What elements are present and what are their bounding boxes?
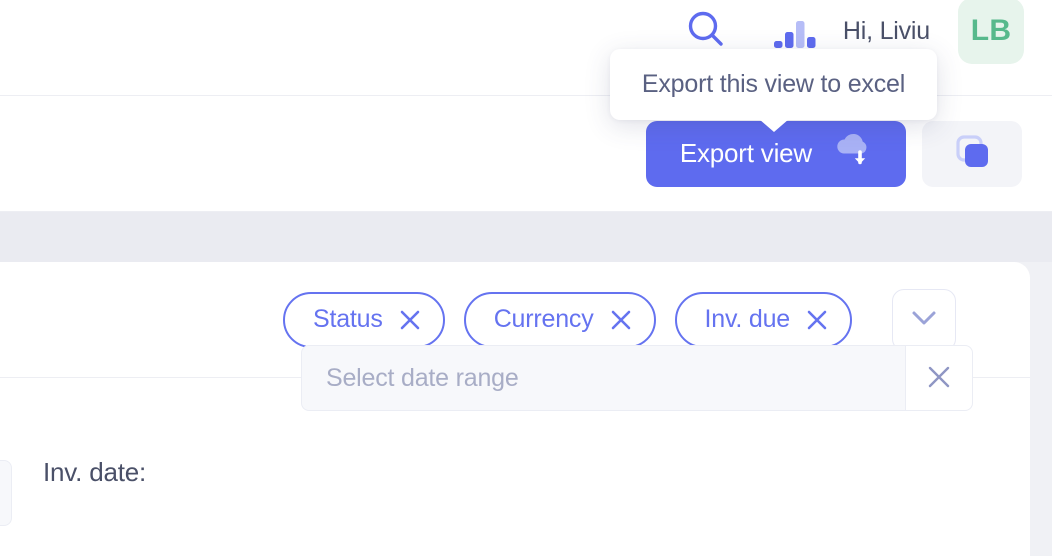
export-tooltip-text: Export this view to excel [641, 70, 906, 98]
filter-chip-currency[interactable]: Currency [463, 291, 656, 348]
user-greeting: Hi, Liviu [842, 16, 930, 45]
filter-chip-label: Inv. due [704, 305, 791, 333]
avatar[interactable]: LB [958, 0, 1024, 64]
filter-chip-label: Currency [493, 305, 594, 333]
tooltip-arrow-icon [758, 119, 789, 132]
close-icon[interactable] [399, 309, 421, 331]
app-root: Hi, Liviu LB Export view Export this vie… [0, 0, 1052, 556]
chevron-down-icon [909, 308, 939, 331]
offscreen-field-stub [0, 460, 12, 526]
filter-chip-list: Status Currency Inv. due [283, 288, 957, 351]
clear-date-range-button[interactable] [905, 345, 973, 411]
search-button[interactable] [685, 11, 725, 51]
date-range-control [301, 345, 973, 411]
section-separator-band [0, 212, 1052, 262]
toolbar-actions: Export view [645, 120, 1022, 187]
close-icon[interactable] [610, 309, 632, 331]
close-icon[interactable] [806, 309, 828, 331]
analytics-button[interactable] [773, 11, 816, 51]
more-filters-button[interactable] [892, 288, 957, 351]
duplicate-view-button[interactable] [922, 120, 1022, 187]
export-tooltip: Export this view to excel [610, 49, 937, 132]
cloud-download-icon [832, 130, 876, 177]
bar-chart-icon [772, 8, 818, 55]
filter-chip-status[interactable]: Status [283, 291, 445, 348]
filter-chip-label: Status [313, 305, 383, 333]
filter-chip-inv-due[interactable]: Inv. due [674, 291, 853, 348]
date-range-input[interactable] [301, 345, 905, 411]
date-filter-label: Inv. date: [43, 457, 147, 487]
duplicate-icon [949, 129, 995, 178]
close-icon [925, 363, 953, 394]
export-view-label: Export view [679, 138, 812, 168]
